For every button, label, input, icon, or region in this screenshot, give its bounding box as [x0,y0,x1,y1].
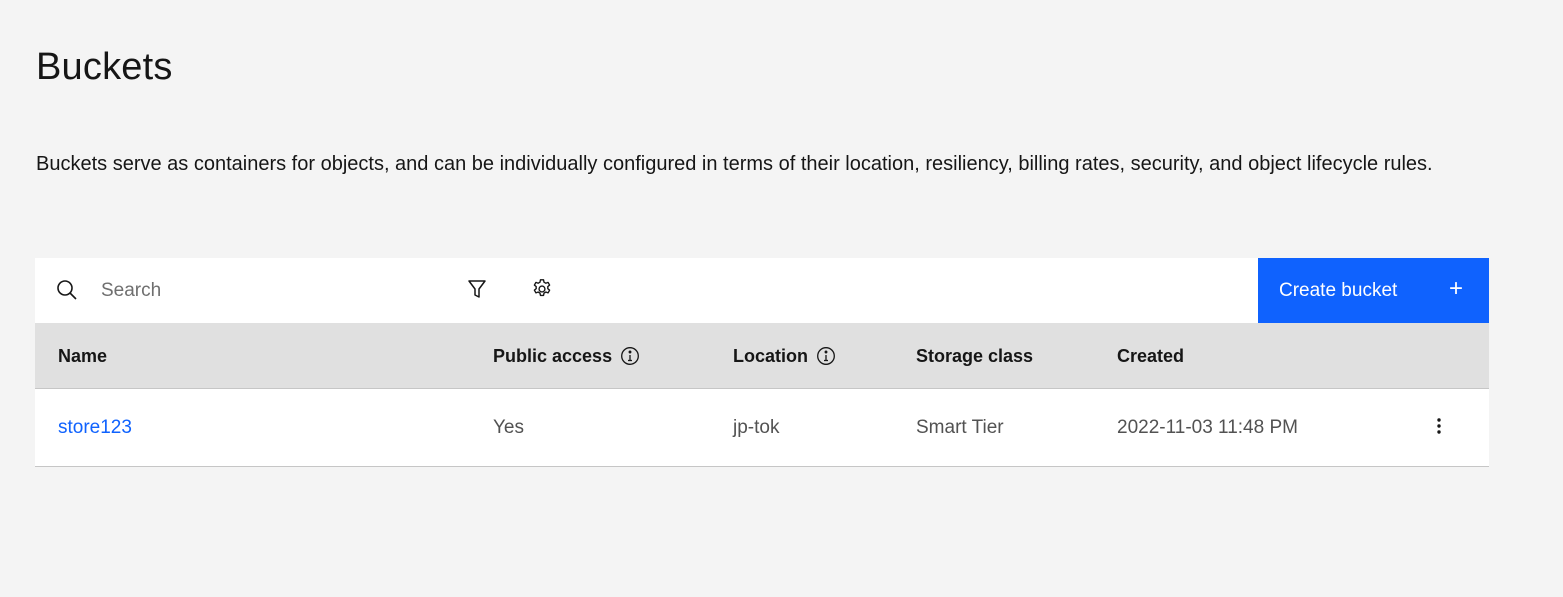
row-overflow-menu-button[interactable] [1427,416,1451,440]
settings-button[interactable] [525,274,559,308]
page-title: Buckets [36,46,173,88]
cell-storage-class: Smart Tier [916,417,1004,438]
header-name[interactable]: Name [58,323,107,389]
search-input[interactable] [93,272,453,310]
overflow-menu-icon [1436,417,1442,440]
create-bucket-button[interactable]: Create bucket + [1258,258,1489,323]
info-icon[interactable] [620,346,640,366]
page-description: Buckets serve as containers for objects,… [36,153,1433,175]
cell-public-access: Yes [493,417,524,438]
buckets-table: Create bucket + Name Public access [35,258,1489,467]
cell-location: jp-tok [733,417,780,438]
filter-button[interactable] [460,274,494,308]
table-toolbar: Create bucket + [35,258,1489,323]
search-icon [56,279,78,301]
bucket-name-link[interactable]: store123 [58,389,132,467]
table-row: store123 Yes jp-tok Smart Tier 2022-11-0… [35,389,1489,467]
header-storage-class[interactable]: Storage class [916,323,1033,389]
header-location[interactable]: Location [733,323,836,389]
plus-icon: + [1448,275,1463,302]
filter-icon [467,279,487,304]
cell-created: 2022-11-03 11:48 PM [1117,417,1298,438]
header-public-access[interactable]: Public access [493,323,640,389]
create-bucket-label: Create bucket [1279,279,1398,301]
info-icon[interactable] [816,346,836,366]
gear-icon [531,278,553,305]
table-header: Name Public access Location Storage clas… [35,323,1489,389]
header-created[interactable]: Created [1117,323,1184,389]
buckets-page: Buckets Buckets serve as containers for … [0,0,1563,597]
